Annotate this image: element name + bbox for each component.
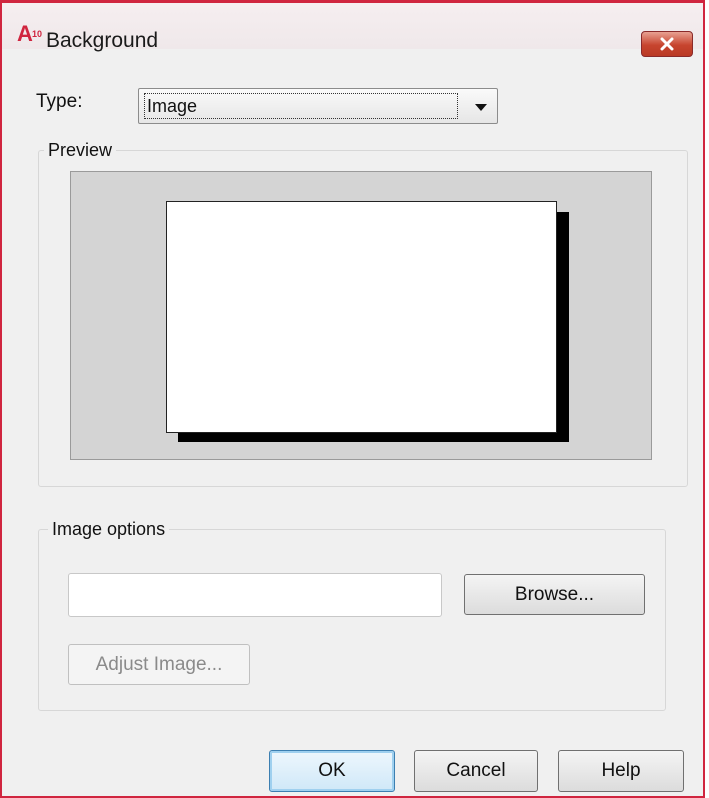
- autocad-app-icon: A 10: [17, 21, 43, 46]
- dialog-title: Background: [46, 29, 159, 52]
- preview-paper: [166, 201, 557, 433]
- chevron-down-icon[interactable]: [475, 104, 487, 111]
- image-options-label: Image options: [48, 519, 170, 540]
- background-dialog: A 10 Background Type: Image Preview Imag…: [0, 0, 705, 798]
- image-path-field[interactable]: [68, 573, 442, 617]
- ok-button[interactable]: OK: [269, 750, 395, 792]
- preview-group-label: Preview: [44, 140, 117, 161]
- type-selected-value: Image: [147, 96, 198, 116]
- type-dropdown[interactable]: Image: [138, 88, 498, 124]
- cancel-button[interactable]: Cancel: [414, 750, 538, 792]
- close-button[interactable]: [641, 31, 693, 57]
- close-icon: [660, 37, 674, 51]
- browse-button[interactable]: Browse...: [464, 574, 645, 615]
- type-label: Type:: [36, 91, 83, 112]
- adjust-image-button[interactable]: Adjust Image...: [68, 644, 250, 685]
- title-bar[interactable]: A 10 Background: [2, 3, 703, 57]
- help-button[interactable]: Help: [558, 750, 684, 792]
